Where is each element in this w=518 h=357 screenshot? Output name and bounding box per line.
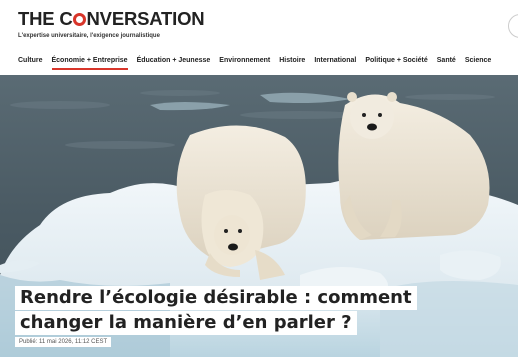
site-header: THE C NVERSATION L'expertise universitair… [0,0,518,75]
header-menu-button[interactable] [508,14,518,38]
article-date: Publié: 11 mai 2026, 11:12 CEST [15,337,112,347]
nav-item-histoire[interactable]: Histoire [279,57,305,73]
nav-item-education[interactable]: Éducation + Jeunesse [137,57,211,73]
nav-item-international[interactable]: International [314,57,356,73]
nav-item-economie[interactable]: Économie + Entreprise [51,57,128,73]
site-tagline: L'expertise universitaire, l'exigence jo… [18,33,160,39]
logo-text-end: NVERSATION [86,8,205,29]
nav-item-sante[interactable]: Santé [437,57,456,73]
nav-item-culture[interactable]: Culture [18,57,43,73]
article-title-line-1: Rendre l’écologie désirable : comment [15,286,417,310]
main-nav: Culture Économie + Entreprise Éducation … [18,57,491,73]
article-title-line-2: changer la manière d’en parler ? [15,311,357,335]
logo-ring-icon [73,12,87,26]
nav-item-science[interactable]: Science [465,57,491,73]
nav-item-politique[interactable]: Politique + Société [365,57,427,73]
site-logo[interactable]: THE C NVERSATION [18,8,205,30]
logo-text-start: THE C [18,8,73,29]
article-title[interactable]: Rendre l’écologie désirable : comment ch… [15,286,417,335]
nav-item-environnement[interactable]: Environnement [219,57,270,73]
